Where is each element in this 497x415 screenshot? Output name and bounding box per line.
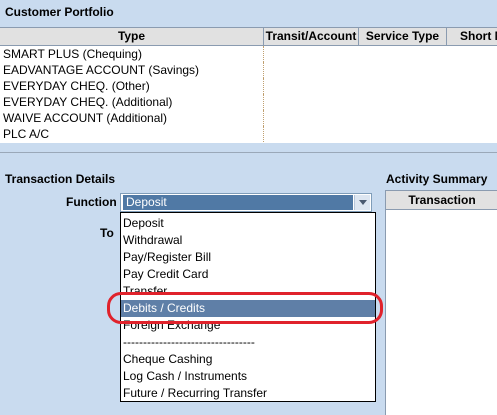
portfolio-table: Type Transit/Account Service Type Short … (0, 27, 497, 143)
portfolio-row[interactable]: WAIVE ACCOUNT (Additional) (0, 110, 264, 126)
activity-table: Transaction (385, 190, 497, 415)
transaction-details-title: Transaction Details (5, 172, 116, 186)
chevron-down-icon (359, 200, 367, 205)
dropdown-option-deposit[interactable]: Deposit (121, 215, 375, 232)
function-dropdown-list[interactable]: Deposit Withdrawal Pay/Register Bill Pay… (120, 212, 376, 402)
portfolio-title: Customer Portfolio (5, 5, 114, 19)
column-header-transit-account[interactable]: Transit/Account (264, 28, 359, 46)
portfolio-row[interactable]: EVERYDAY CHEQ. (Other) (0, 78, 264, 94)
column-header-service-type[interactable]: Service Type (359, 28, 447, 46)
function-label: Function (66, 195, 117, 209)
function-select[interactable]: Deposit (120, 193, 372, 212)
column-header-transaction[interactable]: Transaction (386, 191, 497, 210)
portfolio-divider (0, 143, 497, 153)
dropdown-option-foreign-exchange[interactable]: Foreign Exchange (121, 317, 375, 334)
dropdown-option-debits-credits[interactable]: Debits / Credits (121, 300, 375, 317)
activity-summary-title: Activity Summary (386, 172, 488, 186)
column-header-type[interactable]: Type (0, 28, 264, 46)
dropdown-option-transfer[interactable]: Transfer (121, 283, 375, 300)
dropdown-option-pay-credit-card[interactable]: Pay Credit Card (121, 266, 375, 283)
portfolio-row[interactable]: PLC A/C (0, 126, 264, 142)
portfolio-row[interactable]: EVERYDAY CHEQ. (Additional) (0, 94, 264, 110)
portfolio-row[interactable]: SMART PLUS (Chequing) (0, 46, 264, 62)
dropdown-arrow-button[interactable] (354, 195, 370, 210)
dropdown-option-future-recurring-transfer[interactable]: Future / Recurring Transfer (121, 385, 375, 402)
dropdown-separator: --------------------------------- (123, 335, 255, 349)
to-label: To (100, 226, 114, 240)
dropdown-option-withdrawal[interactable]: Withdrawal (121, 232, 375, 249)
column-header-short-name[interactable]: Short N (447, 28, 497, 46)
function-select-value: Deposit (123, 195, 353, 210)
dropdown-option-cheque-cashing[interactable]: Cheque Cashing (121, 351, 375, 368)
portfolio-row[interactable]: EADVANTAGE ACCOUNT (Savings) (0, 62, 264, 78)
dropdown-option-pay-register-bill[interactable]: Pay/Register Bill (121, 249, 375, 266)
dropdown-option-log-cash-instruments[interactable]: Log Cash / Instruments (121, 368, 375, 385)
